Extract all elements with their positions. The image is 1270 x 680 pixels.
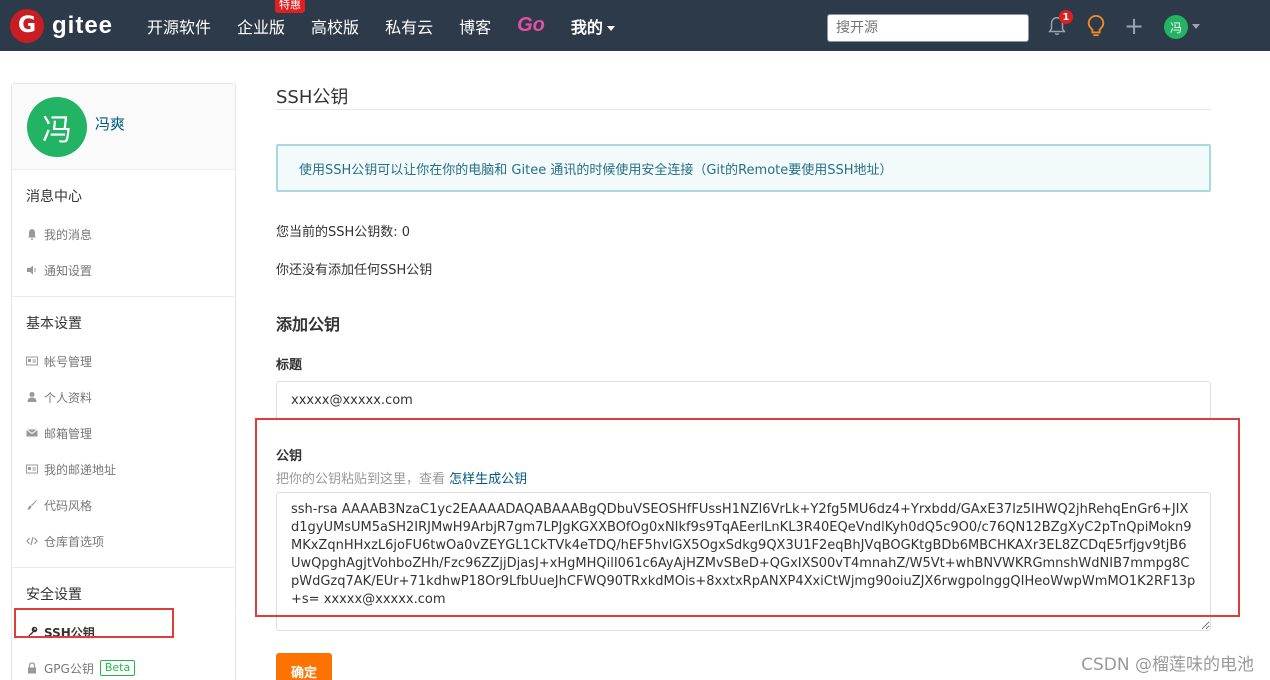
title-label: 标题 <box>276 358 303 373</box>
lock-icon <box>28 662 36 674</box>
nav-go[interactable]: Go <box>517 14 545 37</box>
gitee-logo-icon: G <box>10 8 44 43</box>
speaker-icon <box>27 265 36 275</box>
nav-mine-label: 我的 <box>570 17 603 37</box>
brush-icon <box>27 500 37 510</box>
beta-badge: Beta <box>99 660 136 676</box>
sidebar-item-label: 我的消息 <box>44 227 93 242</box>
sidebar-item-profile[interactable]: 个人资料 <box>12 379 235 415</box>
nav-blog[interactable]: 博客 <box>459 14 491 38</box>
section-messages: 消息中心 我的消息 通知设置 <box>12 170 235 297</box>
sidebar-item-label: 帐号管理 <box>44 354 93 369</box>
notification-count-badge: 1 <box>1059 10 1073 24</box>
sidebar-item-label: 仓库首选项 <box>44 534 105 549</box>
gitee-logo-text: gitee <box>52 11 114 39</box>
avatar-chevron-down-icon[interactable] <box>1192 24 1200 29</box>
user-icon <box>27 392 37 402</box>
sidebar-item-label: 代码风格 <box>44 498 93 513</box>
chevron-down-icon <box>606 25 615 31</box>
lightbulb-icon[interactable] <box>1085 14 1107 38</box>
code-icon <box>26 536 38 546</box>
envelope-icon <box>26 429 38 437</box>
sidebar-item-my-messages[interactable]: 我的消息 <box>12 216 235 252</box>
sidebar-item-label: 我的邮递地址 <box>44 462 117 477</box>
info-message: 使用SSH公钥可以让你在你的电脑和 Gitee 通讯的时候使用安全连接（Git的… <box>276 144 1211 192</box>
user-avatar[interactable]: 冯 <box>27 96 87 157</box>
sidebar-item-label: 邮箱管理 <box>44 426 93 441</box>
gitee-logo[interactable]: G gitee <box>10 8 114 43</box>
sidebar-item-address[interactable]: 我的邮递地址 <box>12 451 235 487</box>
profile-card: 冯 冯爽 <box>12 84 235 170</box>
page-title: SSH公钥 <box>276 83 1211 110</box>
sidebar-item-repo-preferences[interactable]: 仓库首选项 <box>12 523 235 559</box>
search-input[interactable] <box>836 20 1020 36</box>
top-navbar: G gitee 开源软件 企业版 特惠 高校版 私有云 博客 Go 我的 <box>0 0 1270 51</box>
hot-badge: 特惠 <box>275 0 306 13</box>
nav-open-source[interactable]: 开源软件 <box>147 14 211 38</box>
id-card-icon <box>26 464 38 474</box>
search-box[interactable] <box>827 14 1029 42</box>
add-key-heading: 添加公钥 <box>276 315 341 334</box>
plus-icon[interactable]: + <box>1124 14 1144 38</box>
user-name-link[interactable]: 冯爽 <box>95 113 125 134</box>
section-title-basic: 基本设置 <box>26 316 82 332</box>
user-avatar-small[interactable]: 冯 <box>1164 15 1188 39</box>
csdn-watermark: CSDN @榴莲味的电池 <box>1081 655 1254 675</box>
main-nav: 开源软件 企业版 特惠 高校版 私有云 博客 Go 我的 <box>147 0 641 51</box>
bell-icon <box>28 229 36 240</box>
sidebar-item-label: 通知设置 <box>44 263 93 278</box>
section-title-messages: 消息中心 <box>26 189 82 205</box>
highlight-box-ssh-sidebar <box>14 608 174 638</box>
sidebar-item-label: GPG公钥 <box>44 661 94 676</box>
confirm-button[interactable]: 确定 <box>276 653 332 680</box>
settings-sidebar: 冯 冯爽 消息中心 我的消息 通知设置 基本设置 帐号管理 个人资料 邮箱管理 … <box>11 83 236 680</box>
nav-mine[interactable]: 我的 <box>571 14 615 38</box>
nav-enterprise[interactable]: 企业版 特惠 <box>237 0 306 38</box>
key-title-input[interactable] <box>276 381 1211 420</box>
sidebar-item-notification-settings[interactable]: 通知设置 <box>12 252 235 288</box>
id-card-icon <box>26 356 38 366</box>
nav-private-cloud[interactable]: 私有云 <box>385 14 433 38</box>
sidebar-item-account[interactable]: 帐号管理 <box>12 343 235 379</box>
ssh-key-count: 您当前的SSH公钥数: 0 <box>276 225 411 240</box>
sidebar-item-gpg-keys[interactable]: GPG公钥 Beta <box>12 650 235 680</box>
sidebar-item-email[interactable]: 邮箱管理 <box>12 415 235 451</box>
nav-university[interactable]: 高校版 <box>311 14 359 38</box>
section-basic-settings: 基本设置 帐号管理 个人资料 邮箱管理 我的邮递地址 代码风格 仓库首选项 <box>12 297 235 568</box>
sidebar-item-code-style[interactable]: 代码风格 <box>12 487 235 523</box>
sidebar-item-label: 个人资料 <box>44 390 93 405</box>
highlight-box-public-key <box>255 418 1240 617</box>
nav-enterprise-label: 企业版 <box>237 17 286 37</box>
no-keys-message: 你还没有添加任何SSH公钥 <box>276 263 433 278</box>
